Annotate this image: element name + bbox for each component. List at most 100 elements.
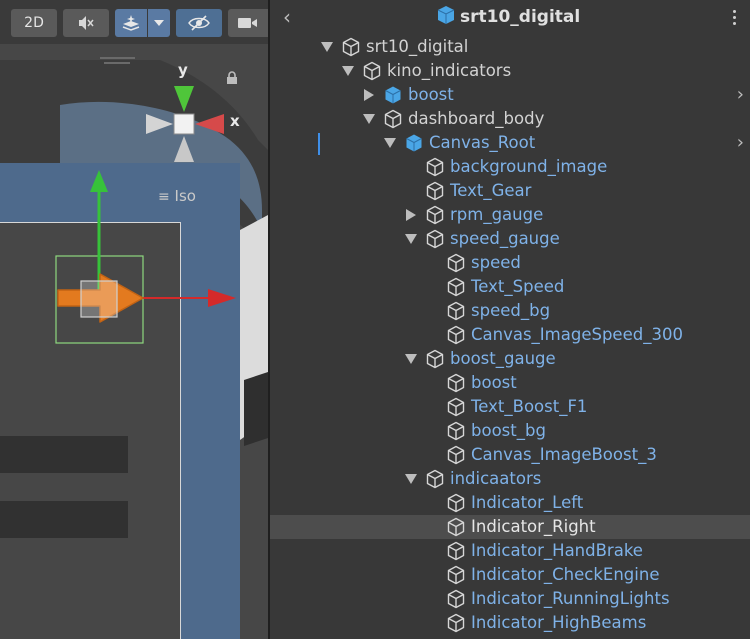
chevron-left-icon: ‹ (283, 5, 291, 29)
gameobject-cube-icon (425, 181, 445, 201)
hierarchy-row[interactable]: Canvas_ImageBoost_3 (270, 443, 750, 467)
hierarchy-row[interactable]: Indicator_HandBrake (270, 539, 750, 563)
hierarchy-row-label: Indicator_CheckEngine (471, 565, 660, 584)
gameobject-cube-icon (446, 493, 466, 513)
lock-icon[interactable] (226, 70, 238, 89)
prefab-cube-icon (404, 133, 424, 153)
projection-toggle[interactable]: ≡ Iso (158, 187, 196, 205)
effects-icon (121, 14, 141, 32)
hierarchy-header: ‹ srt10_digital (270, 0, 750, 34)
gameobject-cube-icon (446, 613, 466, 633)
gameobject-cube-icon (446, 301, 466, 321)
prefab-cube-icon (383, 85, 403, 105)
gameobject-cube-icon (425, 349, 445, 369)
2d-toggle-button[interactable]: 2D (11, 9, 57, 37)
2d-label: 2D (24, 15, 44, 31)
hierarchy-row[interactable]: Indicator_Left (270, 491, 750, 515)
gameobject-cube-icon (446, 373, 466, 393)
hierarchy-row-label: kino_indicators (387, 61, 512, 80)
hidden-eye-icon (188, 15, 210, 31)
scene-toolbar: 2D (0, 0, 268, 44)
expand-arrow-down-icon[interactable] (384, 136, 396, 150)
prefab-breadcrumb: srt10_digital (436, 3, 580, 31)
camera-icon (237, 16, 259, 30)
hierarchy-row[interactable]: speed_gauge (270, 227, 750, 251)
hierarchy-row-label: dashboard_body (408, 109, 545, 128)
dot (732, 9, 736, 13)
hierarchy-row-label: Canvas_ImageSpeed_300 (471, 325, 683, 344)
hierarchy-row[interactable]: boost_gauge (270, 347, 750, 371)
hierarchy-row-label: Text_Speed (471, 277, 565, 296)
audio-toggle-button[interactable] (63, 9, 109, 37)
hierarchy-row-label: speed_gauge (450, 229, 560, 248)
dot (732, 21, 736, 25)
expand-arrow-down-icon[interactable] (405, 352, 417, 366)
visibility-toggle-button[interactable] (176, 9, 222, 37)
hierarchy-row-label: boost (471, 373, 517, 392)
hierarchy-row[interactable]: Indicator_Right (270, 515, 750, 539)
expand-arrow-down-icon[interactable] (321, 40, 333, 54)
gameobject-cube-icon (446, 565, 466, 585)
gizmo-x-label: x (230, 112, 240, 130)
camera-settings-button[interactable] (228, 9, 268, 37)
expand-arrow-down-icon[interactable] (363, 112, 375, 126)
hierarchy-row[interactable]: boost_bg (270, 419, 750, 443)
hierarchy-row[interactable]: srt10_digital (270, 35, 750, 59)
hierarchy-row-label: indicaators (450, 469, 542, 488)
effects-toggle-button[interactable] (115, 9, 147, 37)
hierarchy-row[interactable]: kino_indicators (270, 59, 750, 83)
hierarchy-row-label: boost_gauge (450, 349, 556, 368)
effects-dropdown-button[interactable] (148, 9, 170, 37)
gameobject-cube-icon (446, 541, 466, 561)
expand-arrow-down-icon[interactable] (405, 232, 417, 246)
hierarchy-row-label: Text_Boost_F1 (471, 397, 588, 416)
gameobject-cube-icon (425, 205, 445, 225)
hierarchy-row[interactable]: boost (270, 371, 750, 395)
gameobject-cube-icon (446, 397, 466, 417)
hierarchy-row-label: Indicator_Right (471, 517, 596, 536)
hierarchy-row[interactable]: speed (270, 251, 750, 275)
back-button[interactable]: ‹ (276, 5, 298, 29)
hierarchy-row[interactable]: Text_Boost_F1 (270, 395, 750, 419)
open-prefab-chevron-icon[interactable]: › (737, 133, 744, 153)
hierarchy-row-label: speed (471, 253, 521, 272)
hierarchy-row[interactable]: Text_Gear (270, 179, 750, 203)
gameobject-cube-icon (446, 325, 466, 345)
hierarchy-row[interactable]: rpm_gauge (270, 203, 750, 227)
hierarchy-row[interactable]: Indicator_HighBeams (270, 611, 750, 635)
gameobject-cube-icon (446, 421, 466, 441)
hierarchy-row-label: Indicator_Left (471, 493, 584, 512)
expand-arrow-right-icon[interactable] (405, 208, 417, 222)
hierarchy-row-label: Canvas_ImageBoost_3 (471, 445, 657, 464)
gameobject-cube-icon (446, 445, 466, 465)
expand-arrow-down-icon[interactable] (405, 472, 417, 486)
hierarchy-row[interactable]: Indicator_CheckEngine (270, 563, 750, 587)
more-options-button[interactable] (726, 4, 742, 30)
dot (732, 15, 736, 19)
prefab-icon (436, 5, 456, 29)
hierarchy-row-label: srt10_digital (366, 37, 469, 56)
chevron-down-icon (154, 20, 164, 26)
gameobject-cube-icon (341, 37, 361, 57)
hierarchy-row[interactable]: boost › (270, 83, 750, 107)
open-prefab-chevron-icon[interactable]: › (737, 85, 744, 105)
hierarchy-row[interactable]: Indicator_RunningLights (270, 587, 750, 611)
hierarchy-row[interactable]: Canvas_ImageSpeed_300 (270, 323, 750, 347)
expand-arrow-right-icon[interactable] (363, 88, 375, 102)
hierarchy-row-label: rpm_gauge (450, 205, 544, 224)
hierarchy-row[interactable]: dashboard_body (270, 107, 750, 131)
hierarchy-row-label: background_image (450, 157, 608, 176)
hierarchy-row[interactable]: indicaators (270, 467, 750, 491)
hierarchy-row-label: boost_bg (471, 421, 546, 440)
gameobject-cube-icon (446, 589, 466, 609)
hierarchy-row[interactable]: speed_bg (270, 299, 750, 323)
scene-view[interactable]: y x ≡ Iso 2D (0, 0, 268, 639)
gizmo-y-label: y (178, 61, 188, 79)
prefab-title: srt10_digital (460, 7, 581, 27)
gameobject-cube-icon (425, 157, 445, 177)
hierarchy-row[interactable]: Text_Speed (270, 275, 750, 299)
hierarchy-row-label: Indicator_HandBrake (471, 541, 643, 560)
hierarchy-row[interactable]: background_image (270, 155, 750, 179)
hierarchy-row[interactable]: Canvas_Root › (270, 131, 750, 155)
expand-arrow-down-icon[interactable] (342, 64, 354, 78)
